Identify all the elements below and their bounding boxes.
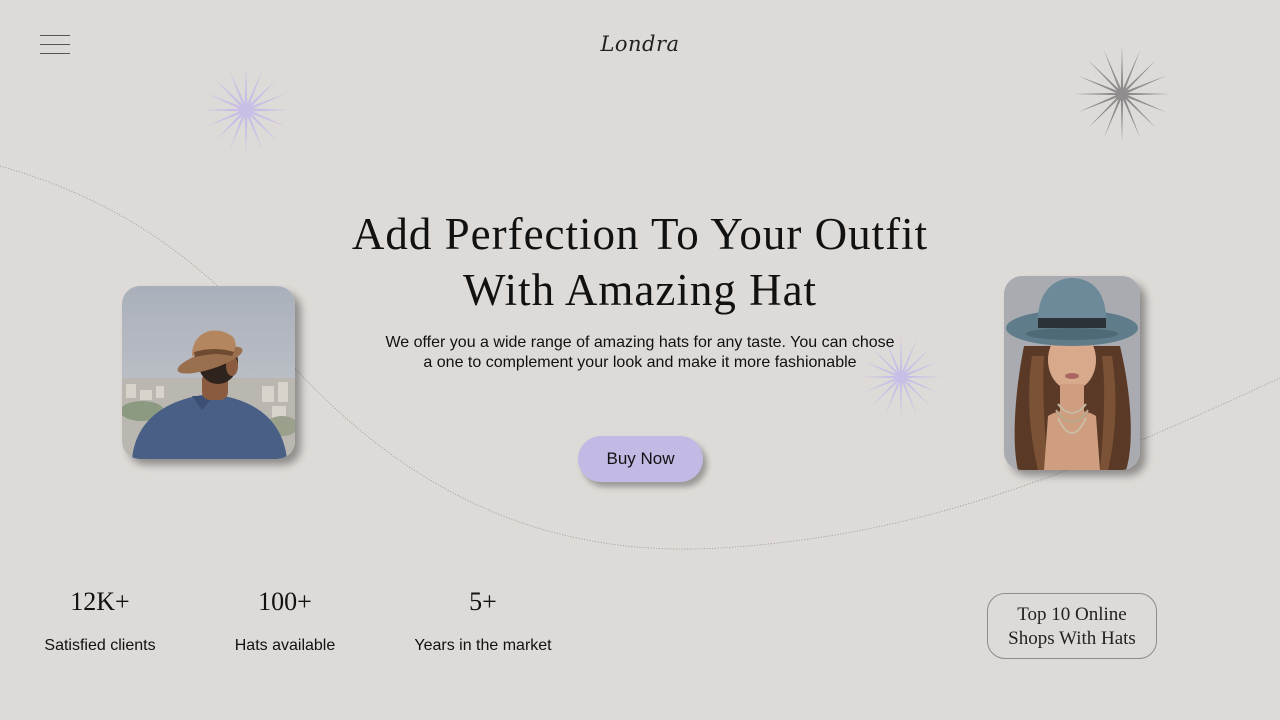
stat-value: 5+ (469, 587, 497, 616)
top-10-badge[interactable]: Top 10 Online Shops With Hats (987, 593, 1157, 659)
stat-label: Years in the market (414, 637, 552, 654)
stat-hats-available: 100+ Hats available (205, 587, 365, 655)
hero-description: We offer you a wide range of amazing hat… (360, 333, 920, 373)
badge-line-2: Shops With Hats (1008, 628, 1136, 649)
stat-value: 12K+ (70, 587, 130, 616)
badge-line-1: Top 10 Online (1017, 604, 1127, 625)
gray-star-icon (1074, 46, 1170, 142)
stat-value: 100+ (258, 587, 312, 616)
lavender-star-icon (203, 67, 289, 153)
hero-title-line-1: Add Perfection To Your Outfit (351, 209, 929, 259)
stat-label: Satisfied clients (44, 637, 156, 654)
hero-description-line-2: a one to complement your look and make i… (423, 354, 857, 371)
hero-title: Add Perfection To Your Outfit With Amazi… (290, 206, 990, 318)
stat-satisfied-clients: 12K+ Satisfied clients (20, 587, 180, 655)
woman-in-hat-photo (1004, 276, 1140, 470)
man-in-hat-photo (122, 286, 295, 459)
hero-description-line-1: We offer you a wide range of amazing hat… (385, 334, 895, 351)
buy-now-button[interactable]: Buy Now (578, 436, 703, 482)
stat-years-in-market: 5+ Years in the market (393, 587, 573, 655)
hero-title-line-2: With Amazing Hat (462, 265, 818, 315)
brand-logo[interactable]: Londra (0, 32, 1280, 56)
stat-label: Hats available (234, 637, 336, 654)
